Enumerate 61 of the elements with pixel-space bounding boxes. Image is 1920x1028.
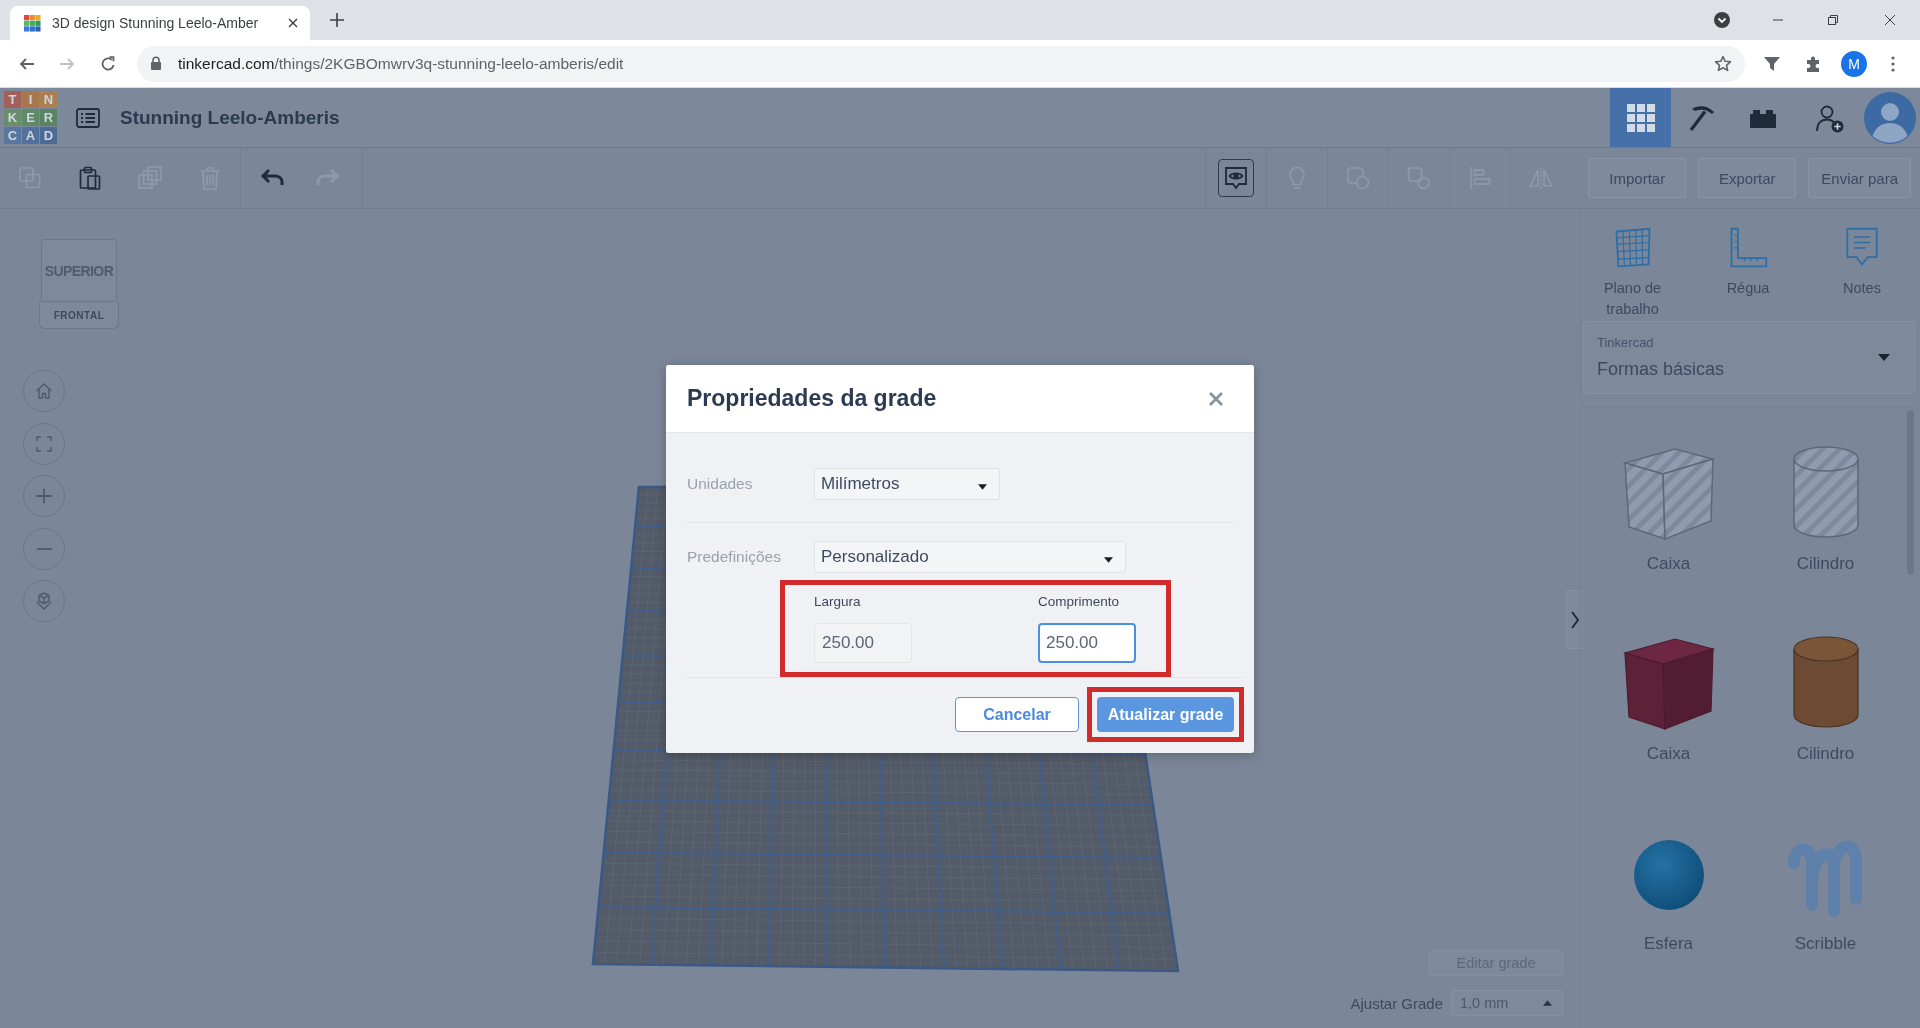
avatar-icon[interactable] bbox=[1864, 91, 1916, 144]
list-icon[interactable] bbox=[76, 107, 100, 128]
caret-down-icon bbox=[978, 483, 987, 490]
field-label: Comprimento bbox=[1038, 593, 1120, 611]
field-label: Unidades bbox=[687, 475, 754, 493]
caret-up-icon bbox=[1543, 1000, 1552, 1006]
profile-button[interactable]: M bbox=[1841, 50, 1867, 77]
action-button[interactable]: Enviar para bbox=[1808, 158, 1911, 198]
plus-icon[interactable] bbox=[330, 13, 344, 27]
logo-icon bbox=[24, 14, 41, 32]
action-button[interactable]: Importar bbox=[1588, 158, 1687, 198]
shape-item[interactable]: Scribble bbox=[1747, 809, 1904, 999]
action-button[interactable]: Exportar bbox=[1698, 158, 1797, 198]
reload-icon[interactable] bbox=[100, 55, 116, 72]
fit-view-icon bbox=[34, 433, 54, 454]
shape-item[interactable]: Caixa bbox=[1590, 619, 1747, 809]
view-mode-button[interactable] bbox=[1610, 88, 1671, 147]
panel-tool-button[interactable]: Notes bbox=[1812, 226, 1912, 320]
dropdown-select[interactable]: Milímetros bbox=[814, 468, 1000, 500]
restore-icon[interactable] bbox=[1828, 15, 1838, 25]
home-icon bbox=[34, 381, 54, 401]
field-label: Largura bbox=[814, 593, 861, 611]
notes-toggle-button[interactable] bbox=[1218, 159, 1255, 197]
project-title[interactable]: Stunning Leelo-Amberis bbox=[120, 106, 340, 129]
shape-item[interactable]: Esfera bbox=[1590, 809, 1747, 999]
number-input[interactable]: 250.00 bbox=[1038, 623, 1136, 663]
close-icon[interactable] bbox=[288, 18, 298, 28]
panel-tool-button[interactable]: Plano de trabalho bbox=[1581, 226, 1684, 320]
grid-icon bbox=[1625, 102, 1656, 133]
shape-item[interactable]: Caixa bbox=[1590, 429, 1747, 619]
dropdown-circle-icon[interactable] bbox=[1714, 12, 1730, 28]
dialog-title: Propriedades da grade bbox=[687, 385, 937, 412]
zoom-out-icon bbox=[36, 547, 52, 550]
clipboard-icon[interactable] bbox=[77, 165, 103, 191]
puzzle-icon[interactable] bbox=[1804, 54, 1822, 73]
browser-tab[interactable]: 3D design Stunning Leelo-Amber bbox=[10, 6, 310, 40]
back-arrow-icon[interactable] bbox=[19, 55, 35, 72]
caret-down-icon bbox=[1878, 354, 1890, 361]
dropdown-select[interactable]: Personalizado bbox=[814, 541, 1126, 573]
close-icon[interactable] bbox=[1885, 15, 1895, 25]
number-input[interactable]: 250.00 bbox=[814, 623, 912, 663]
update-grid-button[interactable]: Atualizar grade bbox=[1097, 697, 1234, 732]
chevron-right-icon bbox=[1571, 610, 1579, 629]
cancel-button[interactable]: Cancelar bbox=[955, 697, 1079, 732]
logo-link[interactable]: T I N K E R C A D bbox=[4, 91, 57, 144]
funnel-icon[interactable] bbox=[1763, 54, 1781, 73]
cube-arrow-icon bbox=[34, 591, 54, 611]
eye-bubble-icon bbox=[1223, 165, 1250, 191]
lock-icon[interactable] bbox=[150, 56, 162, 71]
shape-item[interactable]: Cilindro bbox=[1747, 619, 1904, 809]
shape-item[interactable]: Cilindro bbox=[1747, 429, 1904, 619]
snap-grid-label: Ajustar Grade bbox=[1350, 994, 1443, 1012]
field-label: Predefinições bbox=[687, 548, 782, 566]
star-icon[interactable] bbox=[1714, 54, 1732, 73]
caret-down-icon bbox=[1104, 556, 1113, 563]
address-bar[interactable]: tinkercad.com/things/2KGBOmwrv3q-stunning-leelo-amberis/edit bbox=[137, 45, 1745, 82]
cube-front-face[interactable]: FRONTAL bbox=[39, 302, 119, 329]
more-menu-icon[interactable] bbox=[1891, 55, 1895, 72]
zoom-in-icon bbox=[34, 486, 54, 506]
library-dropdown[interactable]: Tinkercad Formas básicas bbox=[1583, 321, 1915, 394]
panel-tool-button[interactable]: Régua bbox=[1684, 226, 1812, 320]
